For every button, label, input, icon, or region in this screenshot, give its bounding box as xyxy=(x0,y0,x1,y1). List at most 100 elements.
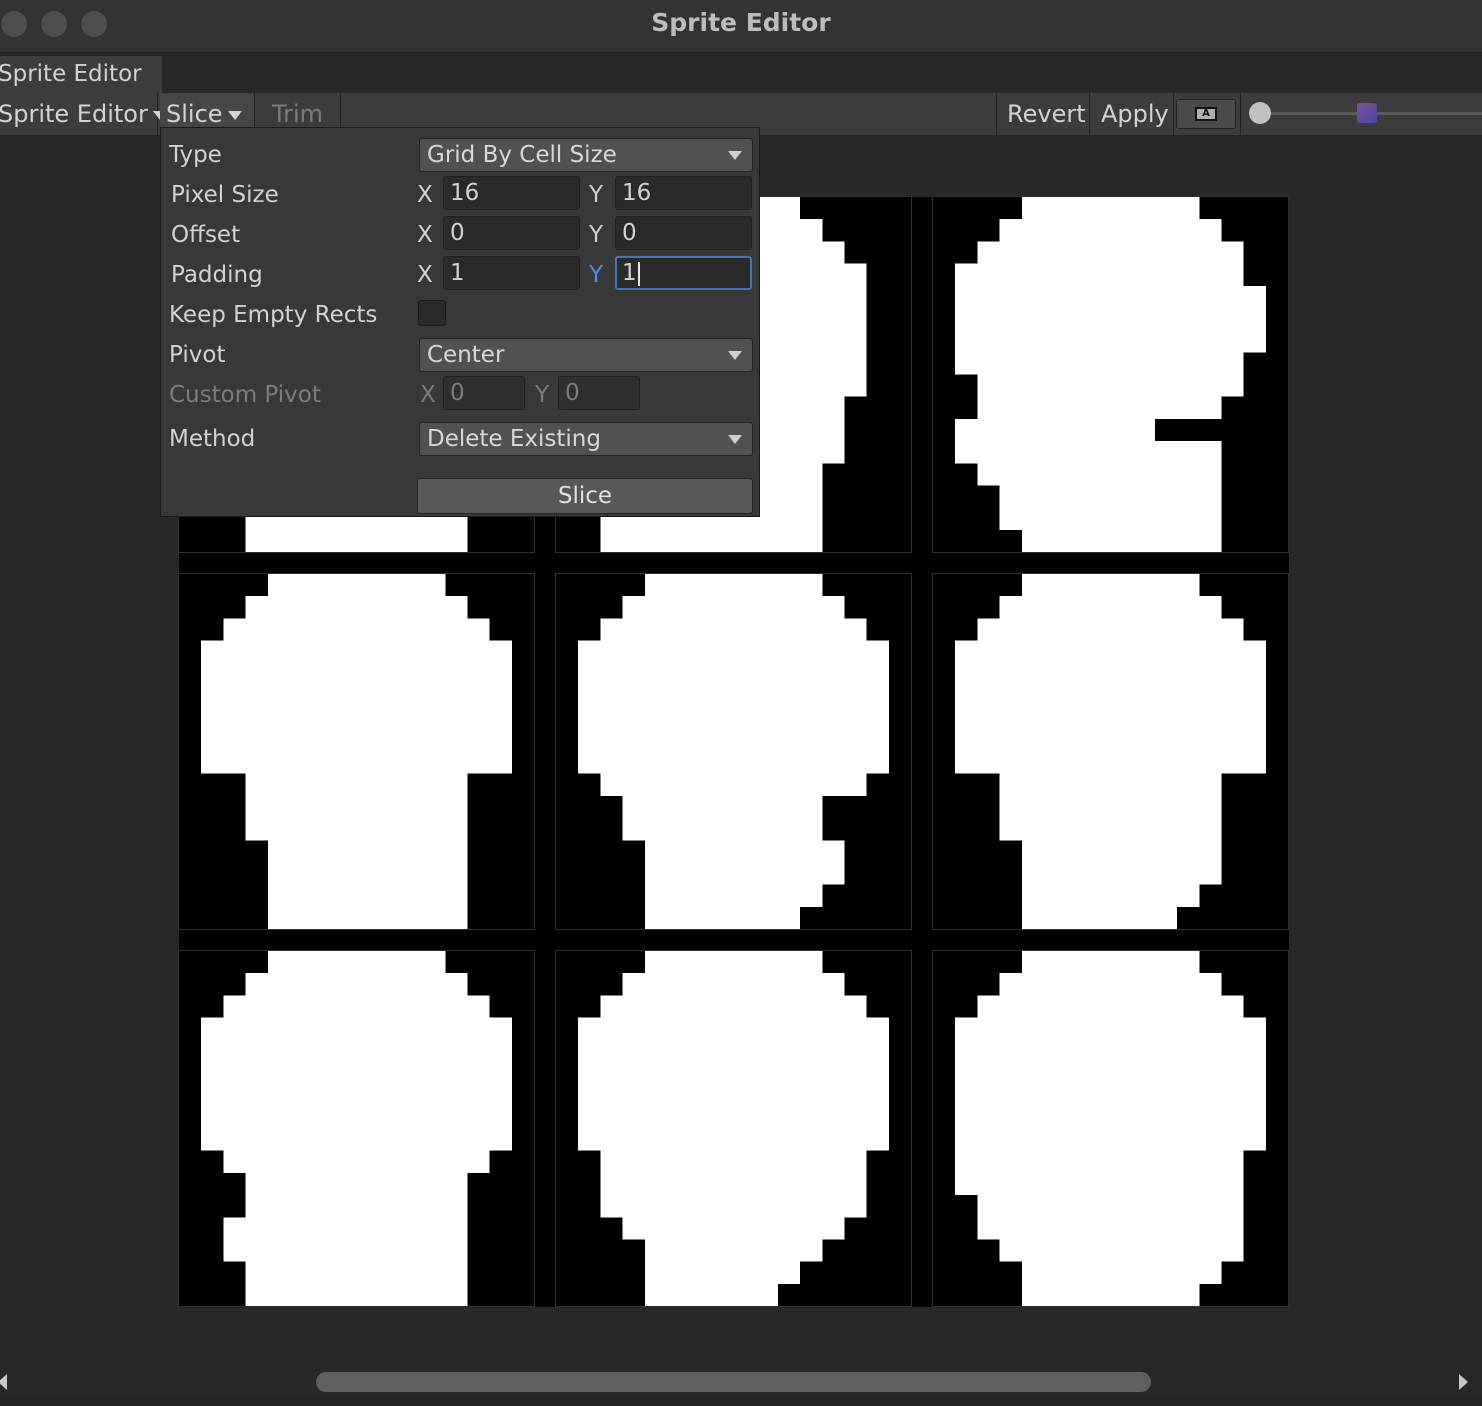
sprite-pixel-row xyxy=(977,1217,1244,1240)
pivot-label: Pivot xyxy=(169,342,226,368)
sprite-pixel-row xyxy=(267,840,468,863)
sprite-pixel-row xyxy=(578,1128,889,1151)
sprite-pixel-row xyxy=(622,596,845,619)
sprite-pixel-row xyxy=(201,729,512,752)
sprite-pixel-row xyxy=(201,1017,512,1040)
sprite-pixel-row xyxy=(622,818,823,841)
sprite-pixel-row xyxy=(245,973,468,996)
sprite-pixel-row xyxy=(955,441,1222,464)
sprite-frame xyxy=(933,574,1288,929)
sprite-pixel-row xyxy=(999,795,1222,819)
sprite-pixel-row xyxy=(1021,529,1222,552)
scroll-right-icon[interactable] xyxy=(1459,1374,1468,1390)
sprite-pixel-row xyxy=(955,1084,1266,1107)
sprite-pixel-row xyxy=(955,352,1244,375)
sprite-pixel-row xyxy=(622,973,845,996)
sprite-pixel-row xyxy=(977,1195,1244,1218)
sprite-pixel-row xyxy=(977,396,1222,419)
pixel-size-y-field[interactable]: 16 xyxy=(615,176,752,210)
padding-y-field[interactable]: 1 xyxy=(615,256,752,290)
sprite-pixel-row xyxy=(644,1239,823,1262)
sprite-pixel-row xyxy=(245,1172,468,1196)
pixel-size-x-field[interactable]: 16 xyxy=(443,176,580,210)
scroll-left-icon[interactable] xyxy=(0,1374,7,1390)
chevron-down-icon xyxy=(728,351,742,360)
sprite-pixel-row xyxy=(201,1128,512,1151)
sprite-cell[interactable] xyxy=(178,950,535,1307)
sprite-pixel-row xyxy=(955,729,1266,752)
apply-button[interactable]: Apply xyxy=(1090,93,1174,135)
sprite-pixel-row xyxy=(955,1017,1266,1040)
sprite-pixel-row xyxy=(955,1150,1244,1173)
mipmap-icon xyxy=(1357,103,1377,123)
sprite-pixel-row xyxy=(977,241,1244,264)
sprite-pixel-row xyxy=(600,995,867,1018)
sprite-cell[interactable] xyxy=(932,950,1289,1307)
sprite-pixel-row xyxy=(1021,906,1178,929)
sprite-pixel-row xyxy=(977,463,1222,486)
sprite-pixel-row xyxy=(223,618,490,641)
sprite-pixel-row xyxy=(644,1283,778,1306)
sprite-pixel-row xyxy=(223,1150,490,1173)
padding-x-field[interactable]: 1 xyxy=(443,256,580,290)
offset-label: Offset xyxy=(171,222,241,248)
sprite-pixel-row xyxy=(955,684,1266,708)
sprite-pixel-row xyxy=(644,906,801,929)
sprite-pixel-row xyxy=(955,640,1266,663)
title-bar: Sprite Editor xyxy=(0,0,1482,53)
sprite-pixel-row xyxy=(223,1239,468,1262)
sprite-pixel-row xyxy=(578,1106,889,1129)
sprite-frame xyxy=(933,951,1288,1306)
type-dropdown[interactable]: Grid By Cell Size xyxy=(419,138,753,172)
offset-y-label: Y xyxy=(589,222,604,248)
tab-menu-icon[interactable]: ⋮ xyxy=(1476,59,1482,87)
pivot-dropdown[interactable]: Center xyxy=(419,338,753,372)
sprite-pixel-row xyxy=(955,1039,1266,1062)
sprite-frame xyxy=(556,951,911,1306)
sprite-cell[interactable] xyxy=(555,573,912,930)
padding-y-value: 1 xyxy=(622,260,637,286)
offset-y-field[interactable]: 0 xyxy=(615,216,752,250)
horizontal-scroll-thumb[interactable] xyxy=(316,1372,1151,1392)
slice-button[interactable]: Slice xyxy=(417,478,753,514)
slice-menu-label: Slice xyxy=(166,100,223,128)
sprite-pixel-row xyxy=(977,995,1244,1018)
sprite-cell[interactable] xyxy=(178,573,535,930)
revert-button[interactable]: Revert xyxy=(997,93,1090,135)
type-label: Type xyxy=(169,142,222,168)
sprite-cell[interactable] xyxy=(932,196,1289,553)
sprite-pixel-row xyxy=(600,618,867,641)
editor-mode-dropdown[interactable]: Sprite Editor xyxy=(0,93,167,135)
padding-label: Padding xyxy=(171,262,263,288)
sprite-pixel-row xyxy=(201,1039,512,1062)
sprite-pixel-row xyxy=(245,818,468,841)
sprite-pixel-row xyxy=(644,862,845,885)
sprite-pixel-row xyxy=(955,263,1244,286)
sprite-pixel-row xyxy=(201,707,512,730)
method-dropdown[interactable]: Delete Existing xyxy=(419,422,753,456)
sprite-pixel-row xyxy=(201,640,512,663)
horizontal-scrollbar[interactable] xyxy=(0,1366,1482,1398)
sprite-pixel-row xyxy=(644,840,845,863)
sprite-pixel-row xyxy=(578,640,889,663)
sprite-pixel-row xyxy=(622,1217,845,1240)
tab-sprite-editor[interactable]: Sprite Editor xyxy=(0,56,162,93)
keep-empty-rects-checkbox[interactable] xyxy=(418,300,446,326)
sprite-pixel-row xyxy=(999,485,1222,508)
sprite-pixel-row xyxy=(600,1150,867,1173)
offset-x-field[interactable]: 0 xyxy=(443,216,580,250)
sprite-pixel-row xyxy=(955,307,1266,331)
sprite-pixel-row xyxy=(955,418,1155,442)
sprite-frame xyxy=(933,197,1288,552)
alpha-toggle-button[interactable]: A xyxy=(1176,99,1236,129)
sprite-cell[interactable] xyxy=(932,573,1289,930)
sprite-pixel-row xyxy=(955,1172,1244,1196)
sprite-pixel-row xyxy=(245,1283,468,1306)
sprite-pixel-row xyxy=(267,906,468,929)
editor-mode-label: Sprite Editor xyxy=(0,100,148,128)
sprite-pixel-row xyxy=(223,1217,468,1240)
toolbar-divider xyxy=(1240,93,1241,135)
zoom-slider-handle[interactable] xyxy=(1249,102,1271,124)
sprite-pixel-row xyxy=(1021,862,1222,885)
sprite-cell[interactable] xyxy=(555,950,912,1307)
